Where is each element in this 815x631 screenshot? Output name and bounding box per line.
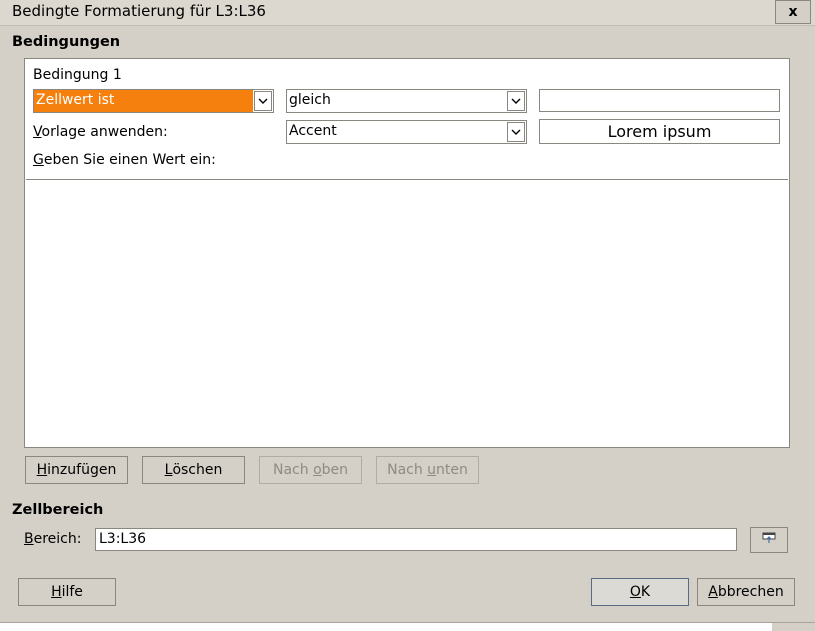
shrink-dialog-icon (762, 532, 776, 548)
enter-value-hint: Geben Sie einen Wert ein: (33, 152, 216, 168)
help-button-mnemonic: H (51, 584, 62, 600)
shrink-button[interactable] (750, 527, 788, 553)
condition-entry[interactable]: Bedingung 1 Zellwert ist gleich Vorlage … (26, 60, 788, 180)
add-button-label: inzufügen (47, 462, 117, 478)
background-sheet-edge (772, 623, 815, 631)
range-label-mnemonic: B (24, 531, 34, 547)
cancel-button-label: bbrechen (717, 584, 784, 600)
style-preview: Lorem ipsum (539, 119, 780, 144)
enter-value-text: eben Sie einen Wert ein: (43, 152, 216, 168)
condition-title: Bedingung 1 (33, 67, 122, 83)
condition-type-value: Zellwert ist (34, 90, 253, 112)
cell-range-section-label: Zellbereich (12, 502, 104, 518)
conditions-list[interactable]: Bedingung 1 Zellwert ist gleich Vorlage … (24, 58, 790, 448)
title-bar: Bedingte Formatierung für L3:L36 x (0, 0, 815, 26)
move-down-label-rest: nten (436, 462, 468, 478)
delete-button-label: öschen (172, 462, 223, 478)
chevron-down-icon[interactable] (254, 91, 272, 111)
enter-value-mnemonic: G (33, 152, 44, 168)
operator-dropdown[interactable]: gleich (286, 89, 527, 113)
style-dropdown[interactable]: Accent (286, 120, 527, 144)
move-up-label-pre: Nach (272, 462, 314, 478)
range-label: Bereich: (24, 531, 81, 547)
ok-button-mnemonic: O (629, 584, 641, 600)
apply-style-label-text: orlage anwenden: (41, 124, 168, 140)
move-up-mnemonic: o (313, 462, 322, 478)
close-button[interactable]: x (775, 0, 811, 24)
cancel-button[interactable]: Abbrechen (697, 578, 795, 606)
ok-button-label: K (640, 584, 651, 600)
delete-button-mnemonic: L (164, 462, 173, 478)
chevron-down-icon[interactable] (507, 91, 525, 111)
move-down-label-pre: Nach (387, 462, 428, 478)
close-icon: x (788, 4, 798, 20)
conditions-section-label: Bedingungen (12, 34, 121, 50)
range-label-text: ereich: (33, 531, 82, 547)
condition-value-input[interactable] (539, 89, 780, 112)
help-button-label: ilfe (61, 584, 83, 600)
move-down-button[interactable]: Nach u nten (376, 456, 479, 484)
move-down-mnemonic: u (427, 462, 437, 478)
add-button-mnemonic: H (36, 462, 48, 478)
apply-style-label-mnemonic: V (33, 124, 42, 140)
cancel-button-mnemonic: A (708, 584, 718, 600)
move-up-label-rest: ben (321, 462, 349, 478)
condition-type-dropdown[interactable]: Zellwert ist (33, 89, 274, 113)
background-sheet-strip (0, 622, 815, 631)
ok-button[interactable]: OK (591, 578, 689, 606)
range-input[interactable]: L3:L36 (95, 528, 737, 551)
move-up-button[interactable]: Nach o ben (259, 456, 362, 484)
window-title: Bedingte Formatierung für L3:L36 (12, 2, 266, 20)
style-value: Accent (289, 123, 337, 139)
apply-style-label: Vorlage anwenden: (33, 124, 168, 140)
operator-value: gleich (289, 92, 331, 108)
chevron-down-icon[interactable] (507, 122, 525, 142)
help-button[interactable]: Hilfe (18, 578, 116, 606)
delete-button[interactable]: Löschen (142, 456, 245, 484)
add-button[interactable]: Hinzufügen (25, 456, 128, 484)
